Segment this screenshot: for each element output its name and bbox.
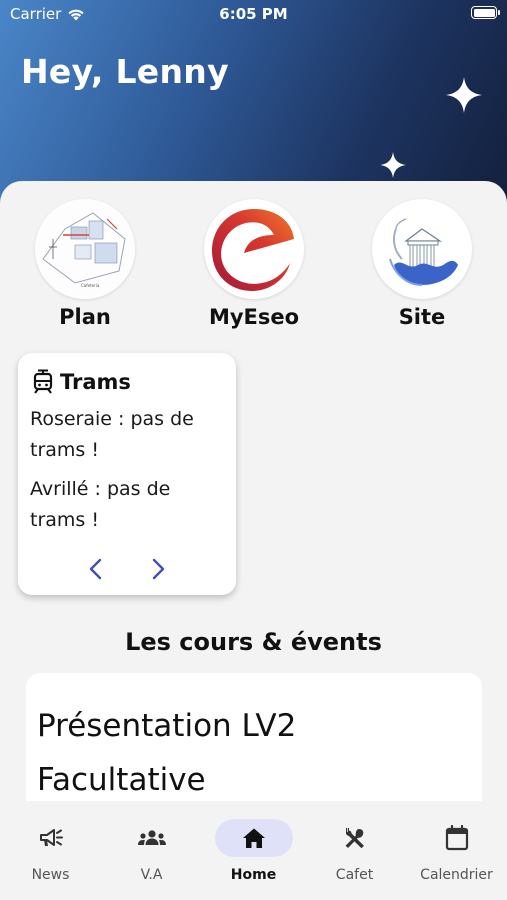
status-bar: Carrier 6:05 PM xyxy=(0,0,507,30)
calendar-icon xyxy=(445,825,468,851)
campus-map-thumbnail[interactable]: Cafeteria xyxy=(35,199,135,299)
nav-item-va[interactable]: V.A xyxy=(101,819,202,883)
shortcut-label: Plan xyxy=(59,305,111,329)
event-card[interactable]: Présentation LV2 Facultative xyxy=(26,673,482,801)
shortcut-plan[interactable]: Cafeteria Plan xyxy=(15,199,155,329)
trams-card: Trams Roseraie : pas de trams ! Avrillé … xyxy=(18,353,236,595)
utensils-icon xyxy=(345,828,364,849)
tram-status-line: Avrillé : pas de trams ! xyxy=(30,478,171,531)
events-section-title: Les cours & évents xyxy=(125,628,382,656)
chevron-left-icon[interactable] xyxy=(85,557,109,581)
greeting-title: Hey, Lenny xyxy=(21,52,229,91)
trams-header: Trams xyxy=(32,369,131,395)
status-time: 6:05 PM xyxy=(219,5,288,23)
chevron-right-icon[interactable] xyxy=(145,557,169,581)
tram-icon xyxy=(33,369,53,394)
bottom-nav: News V.A Home Cafet Calendrier xyxy=(0,801,507,900)
nav-label: Home xyxy=(230,867,277,883)
svg-text:Cafeteria: Cafeteria xyxy=(81,283,100,288)
myeseo-logo[interactable] xyxy=(204,199,304,299)
nav-label: Cafet xyxy=(335,867,374,883)
nav-label: News xyxy=(31,867,70,883)
nav-item-home[interactable]: Home xyxy=(203,819,304,883)
sparkle-icon xyxy=(446,77,482,113)
nav-item-calendrier[interactable]: Calendrier xyxy=(406,819,507,883)
event-title: Présentation LV2 Facultative xyxy=(37,708,297,798)
shortcut-label: Site xyxy=(398,305,446,329)
home-icon xyxy=(242,828,265,848)
trams-title: Trams xyxy=(60,370,131,394)
battery-icon xyxy=(471,6,500,19)
shortcut-myeseo[interactable]: MyEseo xyxy=(184,199,324,329)
eseo-site-logo[interactable] xyxy=(372,199,472,299)
shortcut-site[interactable]: Site xyxy=(352,199,492,329)
people-group-icon xyxy=(137,830,166,845)
main-panel: Cafeteria Plan MyEseo Site Trams Roserai… xyxy=(0,181,507,801)
tram-status-line: Roseraie : pas de trams ! xyxy=(30,408,194,461)
nav-label: Calendrier xyxy=(420,867,493,883)
sparkle-icon xyxy=(380,152,406,178)
megaphone-icon xyxy=(39,829,63,846)
nav-label: V.A xyxy=(140,867,163,883)
nav-item-news[interactable]: News xyxy=(0,819,101,883)
nav-item-cafet[interactable]: Cafet xyxy=(304,819,405,883)
shortcut-label: MyEseo xyxy=(208,305,300,329)
